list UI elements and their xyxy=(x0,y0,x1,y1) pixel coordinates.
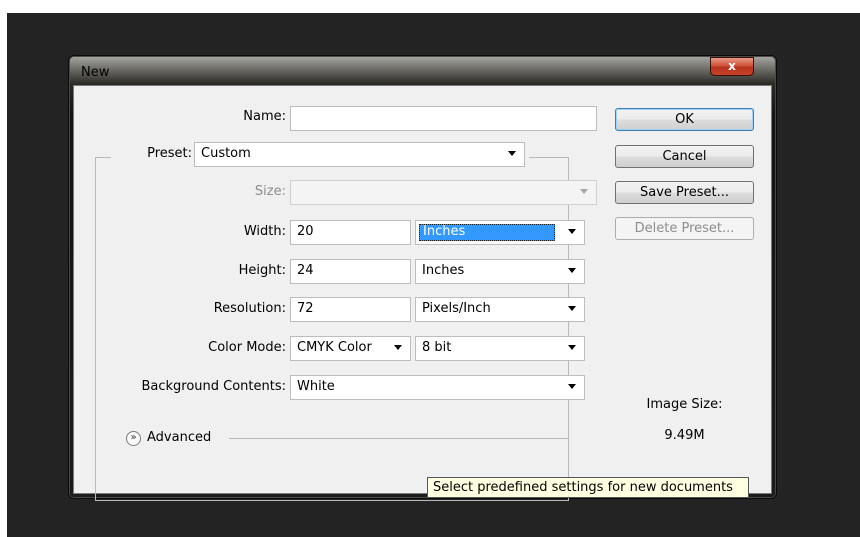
chevron-down-icon xyxy=(568,345,576,350)
resolution-unit-value: Pixels/Inch xyxy=(422,301,491,316)
delete-preset-button[interactable]: Delete Preset... xyxy=(615,217,754,240)
name-input[interactable] xyxy=(290,106,597,131)
size-label: Size: xyxy=(254,184,286,199)
advanced-divider xyxy=(229,438,569,439)
width-input[interactable]: 20 xyxy=(290,220,411,245)
expand-advanced-icon[interactable]: » xyxy=(126,431,141,446)
chevron-down-icon xyxy=(568,268,576,273)
preset-label: Preset: xyxy=(147,146,192,161)
dialog-title: New xyxy=(81,65,110,80)
color-mode-value: CMYK Color xyxy=(297,340,372,355)
size-select[interactable] xyxy=(290,180,597,205)
chevron-down-icon xyxy=(568,306,576,311)
image-size-value: 9.49M xyxy=(664,428,705,443)
bit-depth-value: 8 bit xyxy=(422,340,452,355)
close-button[interactable]: x xyxy=(710,57,754,76)
chevron-down-icon xyxy=(568,384,576,389)
height-label: Height: xyxy=(238,263,286,278)
color-mode-select[interactable]: CMYK Color xyxy=(290,336,411,361)
width-unit-select[interactable]: Inches xyxy=(415,220,585,245)
height-unit-select[interactable]: Inches xyxy=(415,259,585,284)
image-size-label: Image Size: xyxy=(646,397,723,412)
bit-depth-select[interactable]: 8 bit xyxy=(415,336,585,361)
ok-button[interactable]: OK xyxy=(615,108,754,131)
color-mode-label: Color Mode: xyxy=(208,340,286,355)
width-unit-value: Inches xyxy=(423,224,466,239)
preset-select[interactable]: Custom xyxy=(194,142,525,167)
save-preset-button[interactable]: Save Preset... xyxy=(615,181,754,204)
background-contents-value: White xyxy=(297,379,335,394)
width-label: Width: xyxy=(243,224,286,239)
close-icon: x xyxy=(728,59,736,73)
preset-group-box xyxy=(95,157,569,501)
background-contents-label: Background Contents: xyxy=(141,379,286,394)
background-contents-select[interactable]: White xyxy=(290,375,585,400)
dialog-body: Name: Preset: Custom Size: Width: 20 Inc… xyxy=(73,85,772,501)
preset-value: Custom xyxy=(201,146,251,161)
new-document-dialog: New x Name: Preset: Custom Size: Width: … xyxy=(68,55,777,501)
chevron-down-icon xyxy=(394,345,402,350)
chevron-down-icon xyxy=(568,229,576,234)
chevron-down-icon xyxy=(580,189,588,194)
name-label: Name: xyxy=(243,109,286,124)
resolution-unit-select[interactable]: Pixels/Inch xyxy=(415,297,585,322)
height-input[interactable]: 24 xyxy=(290,259,411,284)
resolution-label: Resolution: xyxy=(213,301,286,316)
height-unit-value: Inches xyxy=(422,263,465,278)
chevron-down-icon xyxy=(508,151,516,156)
resolution-input[interactable]: 72 xyxy=(290,297,411,322)
cancel-button[interactable]: Cancel xyxy=(615,145,754,168)
preset-tooltip: Select predefined settings for new docum… xyxy=(427,477,749,498)
advanced-label[interactable]: Advanced xyxy=(147,430,211,445)
